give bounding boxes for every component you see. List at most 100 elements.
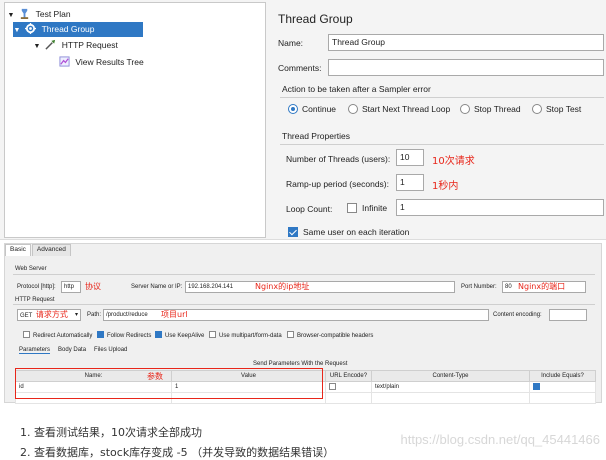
- radio-dot: [348, 104, 358, 114]
- expand-arrow-icon[interactable]: ▼: [13, 23, 21, 38]
- content-encoding-label: Content encoding:: [493, 312, 542, 318]
- path-label: Path:: [87, 312, 102, 318]
- threads-field[interactable]: 10: [396, 149, 424, 166]
- http-request-title: HTTP Request: [15, 297, 55, 303]
- method-select[interactable]: GET 请求方式 ▾: [17, 309, 81, 321]
- divider: [280, 144, 604, 145]
- name-field[interactable]: Thread Group: [328, 34, 604, 51]
- checkbox-label: Use multipart/form-data: [219, 333, 282, 339]
- note-line-2: 2. 查看数据库，stock库存变成 -5 （并发导致的数据结果错误）: [20, 446, 335, 459]
- divider: [13, 304, 595, 305]
- same-user-label: Same user on each iteration: [303, 227, 410, 237]
- comments-field[interactable]: [328, 59, 604, 76]
- radio-label: Start Next Thread Loop: [362, 104, 451, 114]
- tree-item-thread-group[interactable]: ▼ Thread Group: [13, 22, 143, 37]
- send-parameters-title: Send Parameters With the Request: [253, 361, 348, 367]
- checkbox-box: [287, 331, 294, 338]
- tree-item-view-results-tree[interactable]: View Results Tree: [57, 55, 144, 70]
- rampup-label: Ramp-up period (seconds):: [286, 179, 389, 189]
- pipette-icon: [45, 39, 56, 50]
- tree-item-label: Test Plan: [35, 9, 71, 19]
- radio-label: Stop Test: [546, 104, 582, 114]
- loop-count-field[interactable]: 1: [396, 199, 604, 216]
- thread-group-panel: Thread Group Name: Thread Group Comments…: [270, 0, 606, 240]
- divider: [280, 97, 604, 98]
- protocol-annotation: 协议: [85, 282, 101, 291]
- panel-title: Thread Group: [278, 12, 353, 26]
- threads-label: Number of Threads (users):: [286, 154, 391, 164]
- radio-continue[interactable]: Continue: [288, 104, 336, 114]
- test-plan-icon: [21, 8, 29, 19]
- checkbox-label: Redirect Automatically: [33, 333, 93, 339]
- tab-body-data[interactable]: Body Data: [58, 347, 86, 354]
- port-annotation: Nginx的端口: [518, 282, 566, 291]
- web-server-title: Web Server: [15, 266, 47, 272]
- checkbox-box: [288, 227, 298, 237]
- checkbox-label: Browser-compatible headers: [297, 333, 374, 339]
- checkbox-box: [347, 203, 357, 213]
- protocol-field[interactable]: http: [61, 281, 81, 293]
- sampler-error-title: Action to be taken after a Sampler error: [282, 84, 431, 94]
- tab-parameters[interactable]: Parameters: [19, 347, 51, 354]
- content-encoding-field[interactable]: [549, 309, 587, 321]
- parameters-tab-bar: Parameters Body Data Files Upload: [19, 347, 127, 354]
- method-value: GET: [20, 313, 33, 319]
- tab-files-upload[interactable]: Files Upload: [94, 347, 127, 354]
- expand-arrow-icon[interactable]: ▼: [7, 8, 15, 23]
- column-header[interactable]: Content-Type: [371, 370, 530, 382]
- tree-item-http-request[interactable]: ▼ HTTP Request: [33, 38, 118, 53]
- radio-stop-thread[interactable]: Stop Thread: [460, 104, 521, 114]
- server-field[interactable]: 192.168.204.141: [185, 281, 455, 293]
- thread-properties-title: Thread Properties: [282, 131, 351, 141]
- tree-item-label: Thread Group: [41, 24, 95, 34]
- multipart-checkbox[interactable]: Use multipart/form-data: [209, 331, 282, 339]
- content-type-cell[interactable]: text/plain: [371, 381, 530, 393]
- rampup-field[interactable]: 1: [396, 174, 424, 191]
- name-label: Name:: [278, 38, 304, 48]
- follow-redirects-checkbox[interactable]: Follow Redirects: [97, 331, 151, 339]
- checkbox-box: [533, 383, 540, 390]
- tree-item-label: HTTP Request: [61, 40, 118, 50]
- jmeter-window: ▼ Test Plan ▼ Thread Group ▼ HTTP Reques…: [0, 0, 606, 240]
- radio-stop-test[interactable]: Stop Test: [532, 104, 581, 114]
- infinite-checkbox[interactable]: Infinite: [347, 203, 387, 213]
- tree-item-test-plan[interactable]: ▼ Test Plan: [7, 7, 71, 22]
- radio-dot: [460, 104, 470, 114]
- redirect-automatically-checkbox[interactable]: Redirect Automatically: [23, 331, 92, 339]
- tab-basic[interactable]: Basic: [5, 244, 31, 256]
- browser-compatible-checkbox[interactable]: Browser-compatible headers: [287, 331, 373, 339]
- radio-dot: [288, 104, 298, 114]
- expand-arrow-icon[interactable]: ▼: [33, 39, 41, 54]
- note-line-1: 1. 查看测试结果，10次请求全部成功: [20, 426, 202, 439]
- loop-count-label: Loop Count:: [286, 204, 333, 214]
- server-label: Server Name or IP:: [131, 284, 183, 290]
- divider: [13, 274, 595, 275]
- tab-advanced[interactable]: Advanced: [31, 244, 71, 256]
- checkbox-box: [209, 331, 216, 338]
- checkbox-label: Use KeepAlive: [165, 333, 205, 339]
- column-header[interactable]: URL Encode?: [325, 370, 372, 382]
- checkbox-label: Follow Redirects: [107, 333, 152, 339]
- same-user-checkbox[interactable]: Same user on each iteration: [288, 227, 409, 237]
- url-encode-cell[interactable]: [325, 381, 372, 393]
- radio-dot: [532, 104, 542, 114]
- radio-label: Stop Thread: [474, 104, 521, 114]
- chevron-down-icon: ▾: [74, 312, 78, 318]
- test-plan-tree: ▼ Test Plan ▼ Thread Group ▼ HTTP Reques…: [4, 2, 266, 238]
- checkbox-box: [97, 331, 104, 338]
- rampup-annotation: 1秒内: [432, 181, 459, 192]
- watermark: https://blog.csdn.net/qq_45441466: [400, 432, 601, 447]
- checkbox-box: [329, 383, 336, 390]
- server-annotation: Nginx的ip地址: [255, 282, 310, 291]
- radio-label: Continue: [302, 104, 337, 114]
- threads-annotation: 10次请求: [432, 156, 475, 167]
- chart-icon: [59, 56, 70, 67]
- radio-start-next-thread-loop[interactable]: Start Next Thread Loop: [348, 104, 450, 114]
- use-keepalive-checkbox[interactable]: Use KeepAlive: [155, 331, 204, 339]
- tree-item-label: View Results Tree: [75, 57, 144, 67]
- gear-icon: [25, 23, 37, 34]
- parameters-highlight-box: [15, 368, 323, 399]
- include-equals-cell[interactable]: [529, 381, 596, 393]
- comments-label: Comments:: [278, 63, 322, 73]
- column-header[interactable]: Include Equals?: [529, 370, 596, 382]
